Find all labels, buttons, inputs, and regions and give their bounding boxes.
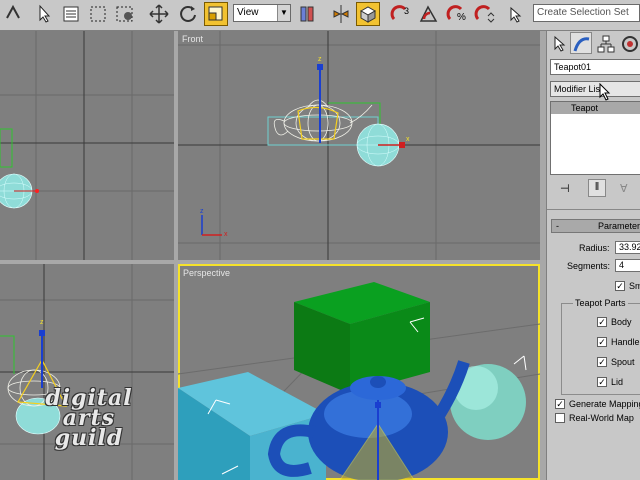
move-icon[interactable]	[148, 3, 170, 25]
smooth-label: Sm	[629, 281, 640, 291]
modifier-stack-list[interactable]: Teapot	[550, 101, 640, 175]
snap-3d-icon[interactable]: 3	[390, 3, 412, 25]
chevron-down-icon: ▼	[277, 5, 290, 21]
body-label: Body	[611, 317, 632, 327]
snap-dimension-label: 3	[404, 6, 409, 16]
main-toolbar: View ▼ 3 % Create Selection Set	[0, 0, 640, 31]
divider	[547, 209, 640, 210]
viewport-front-scene: z x z x	[178, 31, 540, 260]
selection-set-placeholder: Create Selection Set	[537, 7, 629, 18]
radius-input[interactable]: 33.92	[615, 241, 640, 254]
select-arrow-icon[interactable]	[33, 3, 55, 25]
svg-text:x: x	[406, 136, 410, 143]
svg-text:z: z	[318, 56, 322, 63]
viewport-top-scene	[0, 31, 174, 260]
spout-checkbox[interactable]: ✓	[597, 357, 607, 367]
viewport-area: Front z x z x z digital arts guild Persp…	[0, 31, 546, 480]
show-end-result-icon[interactable]: ‖	[588, 179, 606, 197]
digital-arts-guild-watermark: digital arts guild	[34, 387, 144, 451]
rectangle-selection-icon[interactable]	[87, 3, 109, 25]
segments-label: Segments:	[567, 261, 611, 271]
teapot-parts-label: Teapot Parts	[573, 298, 628, 308]
percent-snap-icon[interactable]: %	[446, 3, 468, 25]
pin-stack-icon[interactable]: ⊣	[560, 182, 570, 195]
viewport-top[interactable]	[0, 31, 174, 260]
make-unique-icon[interactable]: ∀	[620, 182, 628, 195]
reference-coordinate-value: View	[237, 7, 259, 18]
real-world-map-label: Real-World Map	[569, 413, 634, 423]
mirror-icon[interactable]	[330, 3, 352, 25]
named-selection-icon[interactable]	[505, 3, 527, 25]
reference-coordinate-dropdown[interactable]: View ▼	[233, 4, 291, 22]
smooth-checkbox[interactable]: ✓	[615, 281, 625, 291]
pivot-icon[interactable]	[296, 3, 318, 25]
hierarchy-tab[interactable]	[595, 33, 615, 53]
modifier-list-label: Modifier List	[554, 84, 603, 94]
align-icon[interactable]	[356, 2, 380, 26]
viewport-front[interactable]: Front z x z x	[178, 31, 540, 260]
stack-controls: ⊣ ‖ ∀	[550, 179, 640, 199]
motion-tab[interactable]	[619, 33, 639, 53]
svg-text:x: x	[224, 231, 228, 238]
handle-label: Handle	[611, 337, 640, 347]
select-by-name-icon[interactable]	[60, 3, 82, 25]
svg-text:z: z	[200, 208, 204, 215]
lid-label: Lid	[611, 377, 624, 387]
rotate-icon[interactable]	[177, 3, 199, 25]
viewport-perspective-scene	[178, 282, 540, 480]
undo-arrows-icon[interactable]	[2, 3, 24, 25]
generate-mapping-label: Generate Mapping	[569, 399, 640, 409]
viewport-perspective[interactable]: Perspective	[178, 264, 540, 480]
segments-value: 4	[619, 260, 625, 270]
window-crossing-icon[interactable]	[114, 3, 136, 25]
radius-label: Radius:	[579, 243, 610, 253]
spout-label: Spout	[611, 357, 635, 367]
command-panel: Teapot01 Modifier List Teapot ⊣ ‖ ∀ - Pa…	[546, 31, 640, 480]
watermark-line-3: guild	[54, 425, 124, 451]
spinner-snap-icon[interactable]	[474, 3, 496, 25]
body-checkbox[interactable]: ✓	[597, 317, 607, 327]
angle-snap-icon[interactable]	[418, 3, 440, 25]
command-panel-tabs	[547, 31, 640, 55]
real-world-map-checkbox[interactable]	[555, 413, 565, 423]
viewport-left[interactable]: z digital arts guild	[0, 264, 174, 480]
object-name-field[interactable]: Teapot01	[550, 59, 640, 75]
mouse-cursor-icon	[599, 83, 611, 101]
scale-icon[interactable]	[204, 2, 228, 26]
modify-tab[interactable]	[570, 32, 592, 54]
modifier-list-dropdown[interactable]: Modifier List	[550, 81, 640, 97]
segments-input[interactable]: 4	[615, 259, 640, 272]
parameters-title: Parameters	[598, 221, 640, 231]
svg-text:%: %	[457, 12, 466, 23]
selection-set-dropdown[interactable]: Create Selection Set	[533, 4, 640, 22]
object-name-value: Teapot01	[554, 62, 592, 72]
parameters-rollout-header[interactable]: - Parameters	[551, 219, 640, 233]
handle-checkbox[interactable]: ✓	[597, 337, 607, 347]
create-tab[interactable]	[549, 33, 569, 53]
lid-checkbox[interactable]: ✓	[597, 377, 607, 387]
radius-value: 33.92	[619, 242, 640, 252]
svg-text:z: z	[40, 319, 44, 326]
stack-item-label: Teapot	[571, 103, 599, 113]
collapse-minus-icon: -	[556, 221, 559, 231]
stack-item-teapot[interactable]: Teapot	[551, 102, 640, 114]
generate-mapping-checkbox[interactable]: ✓	[555, 399, 565, 409]
